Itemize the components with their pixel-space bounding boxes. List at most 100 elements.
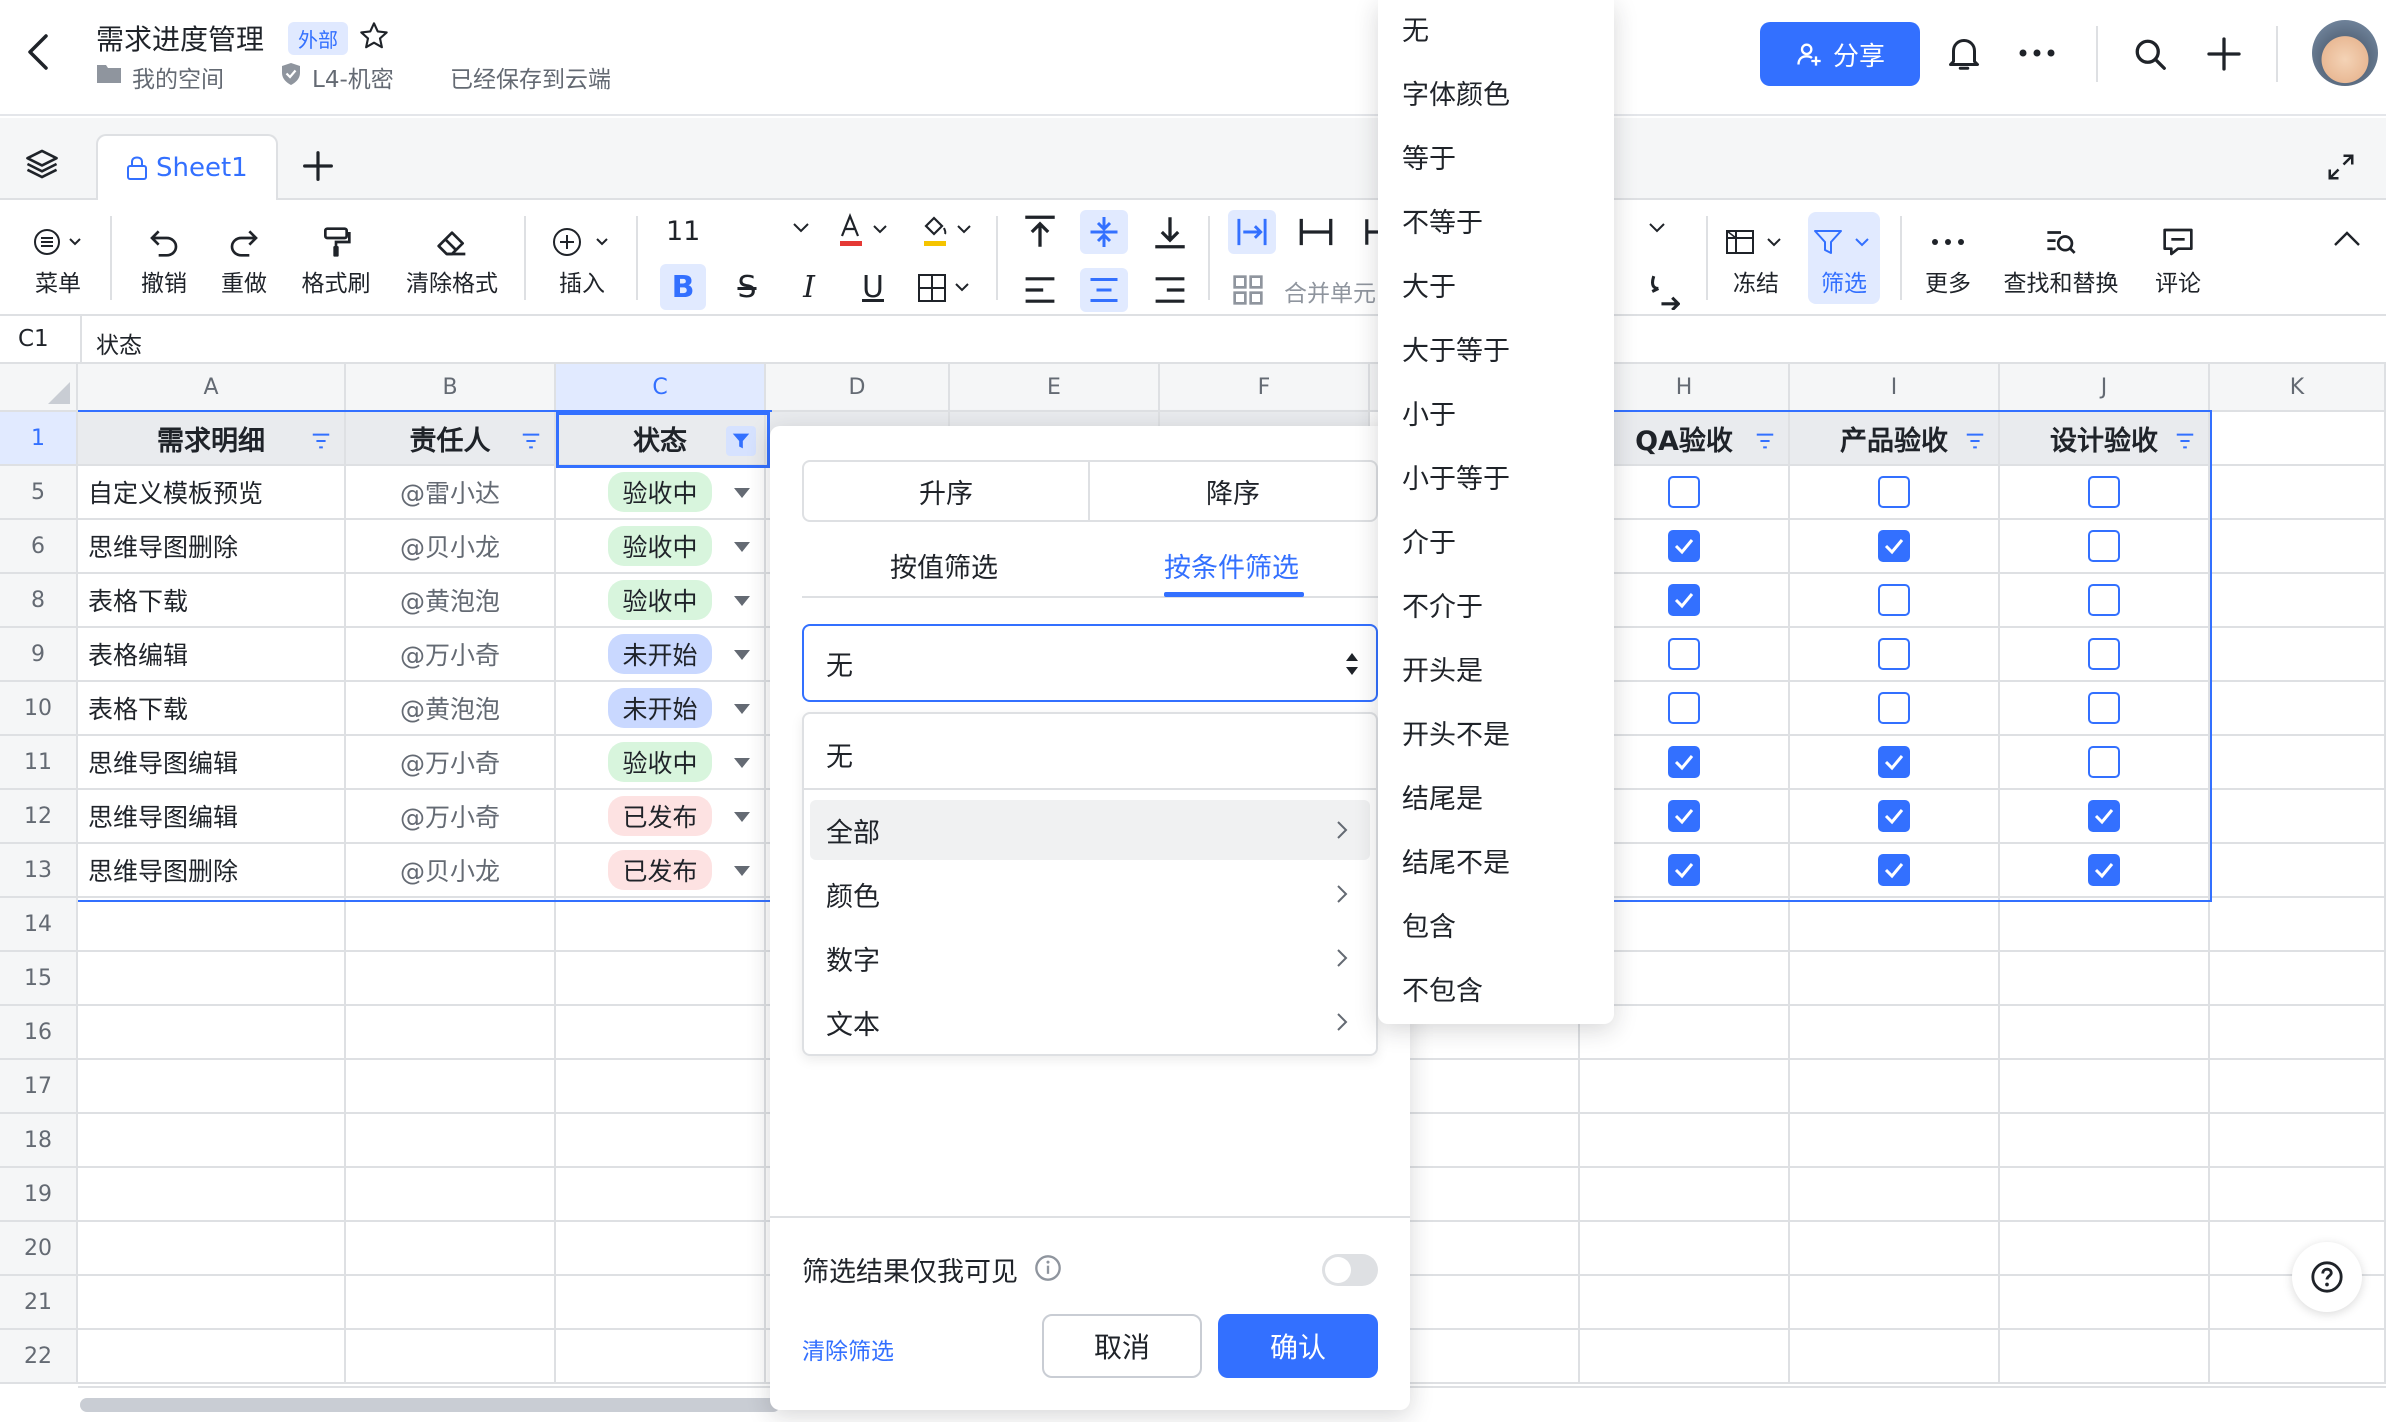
checkbox[interactable] — [1878, 746, 1910, 778]
empty-cell[interactable] — [1790, 1114, 2000, 1168]
visible-to-me-toggle[interactable] — [1322, 1254, 1378, 1286]
empty-cell[interactable] — [2210, 952, 2386, 1006]
operator-option[interactable]: 字体颜色 — [1402, 72, 1510, 112]
condition-option-none[interactable]: 无 — [810, 724, 1370, 784]
status-dropdown-icon[interactable] — [734, 812, 750, 822]
empty-cell[interactable] — [556, 1114, 766, 1168]
clip-icon[interactable] — [1362, 214, 1378, 250]
empty-cell[interactable] — [78, 1114, 346, 1168]
align-left-icon[interactable] — [1020, 274, 1060, 306]
owner-mention[interactable]: @黄泡泡 — [400, 582, 500, 618]
empty-cell[interactable] — [2000, 1006, 2210, 1060]
operator-option[interactable]: 结尾是 — [1402, 776, 1483, 816]
row-header[interactable]: 12 — [0, 790, 78, 844]
status-dropdown-icon[interactable] — [734, 704, 750, 714]
checkbox[interactable] — [2088, 530, 2120, 562]
operator-option[interactable]: 开头是 — [1402, 648, 1483, 688]
checkbox[interactable] — [1668, 638, 1700, 670]
search-icon[interactable] — [2132, 36, 2168, 72]
condition-option-number[interactable]: 数字 — [810, 928, 1370, 988]
row-header[interactable]: 15 — [0, 952, 78, 1006]
empty-cell[interactable] — [346, 1222, 556, 1276]
checkbox-cell[interactable] — [2000, 790, 2210, 844]
checkbox[interactable] — [2088, 638, 2120, 670]
checkbox-cell[interactable] — [2000, 736, 2210, 790]
tab-sheet1[interactable]: Sheet1 — [96, 134, 278, 200]
condition-select[interactable]: 无 — [802, 624, 1378, 702]
empty-cell[interactable] — [346, 1114, 556, 1168]
column-header-e[interactable]: E — [950, 364, 1160, 412]
empty-cell[interactable] — [2210, 790, 2386, 844]
operator-option[interactable]: 结尾不是 — [1402, 840, 1510, 880]
empty-cell[interactable] — [346, 1330, 556, 1384]
operator-option[interactable]: 包含 — [1402, 904, 1456, 944]
collapse-chevron-icon[interactable] — [1648, 222, 1666, 234]
owner-cell[interactable]: @贝小龙 — [346, 520, 556, 574]
checkbox[interactable] — [1878, 692, 1910, 724]
status-dropdown-icon[interactable] — [734, 596, 750, 606]
empty-cell[interactable] — [346, 1168, 556, 1222]
checkbox[interactable] — [1878, 530, 1910, 562]
task-cell[interactable]: 表格编辑 — [78, 628, 346, 682]
status-dropdown-icon[interactable] — [734, 758, 750, 768]
font-color-icon[interactable] — [836, 212, 894, 250]
status-dropdown-icon[interactable] — [734, 542, 750, 552]
sort-ascending-button[interactable]: 升序 — [802, 460, 1090, 522]
checkbox[interactable] — [2088, 476, 2120, 508]
empty-cell[interactable] — [2210, 1330, 2386, 1384]
checkbox[interactable] — [1878, 854, 1910, 886]
clear-filter-link[interactable]: 清除筛选 — [802, 1332, 894, 1366]
tab-filter-by-condition[interactable]: 按条件筛选 — [1164, 546, 1299, 585]
layers-icon[interactable] — [24, 148, 60, 180]
operator-option[interactable]: 大于 — [1402, 264, 1456, 304]
empty-cell[interactable] — [1790, 1330, 2000, 1384]
row-header[interactable]: 10 — [0, 682, 78, 736]
plus-icon[interactable] — [2206, 36, 2242, 72]
insert-button[interactable]: 插入 — [546, 220, 618, 298]
row-header[interactable]: 11 — [0, 736, 78, 790]
empty-cell[interactable] — [2000, 1060, 2210, 1114]
owner-mention[interactable]: @万小奇 — [400, 744, 500, 780]
share-button[interactable]: 分享 — [1760, 22, 1920, 86]
empty-cell[interactable] — [1580, 1222, 1790, 1276]
row-header[interactable]: 5 — [0, 466, 78, 520]
row-header[interactable]: 20 — [0, 1222, 78, 1276]
operator-option[interactable]: 大于等于 — [1402, 328, 1510, 368]
owner-mention[interactable]: @贝小龙 — [400, 852, 500, 888]
checkbox[interactable] — [2088, 854, 2120, 886]
empty-cell[interactable] — [78, 1060, 346, 1114]
align-middle-icon[interactable] — [1080, 210, 1128, 254]
row-header[interactable]: 1 — [0, 412, 78, 466]
task-cell[interactable]: 表格下载 — [78, 574, 346, 628]
checkbox[interactable] — [2088, 800, 2120, 832]
empty-cell[interactable] — [1580, 1168, 1790, 1222]
empty-cell[interactable] — [78, 1168, 346, 1222]
empty-cell[interactable] — [1790, 1060, 2000, 1114]
checkbox[interactable] — [1668, 746, 1700, 778]
align-top-icon[interactable] — [1020, 214, 1060, 250]
empty-cell[interactable] — [2210, 466, 2386, 520]
header-cell-k[interactable] — [2210, 412, 2386, 466]
checkbox-cell[interactable] — [1790, 736, 2000, 790]
wrap-icon[interactable] — [1228, 210, 1276, 254]
empty-cell[interactable] — [346, 1006, 556, 1060]
empty-cell[interactable] — [556, 952, 766, 1006]
column-header-k[interactable]: K — [2210, 364, 2386, 412]
checkbox-cell[interactable] — [1790, 466, 2000, 520]
empty-cell[interactable] — [1580, 1114, 1790, 1168]
formula-input[interactable]: 状态 — [96, 326, 142, 360]
empty-cell[interactable] — [1790, 898, 2000, 952]
empty-cell[interactable] — [2000, 1114, 2210, 1168]
empty-cell[interactable] — [2210, 898, 2386, 952]
empty-cell[interactable] — [556, 1222, 766, 1276]
checkbox[interactable] — [1668, 800, 1700, 832]
status-cell[interactable]: 未开始 — [556, 628, 766, 682]
add-sheet-icon[interactable] — [302, 150, 334, 182]
operator-option[interactable]: 不等于 — [1402, 200, 1483, 240]
checkbox[interactable] — [2088, 584, 2120, 616]
operator-option[interactable]: 不介于 — [1402, 584, 1483, 624]
status-cell[interactable]: 验收中 — [556, 520, 766, 574]
row-header[interactable]: 13 — [0, 844, 78, 898]
checkbox-cell[interactable] — [2000, 628, 2210, 682]
column-header-a[interactable]: A — [78, 364, 346, 412]
